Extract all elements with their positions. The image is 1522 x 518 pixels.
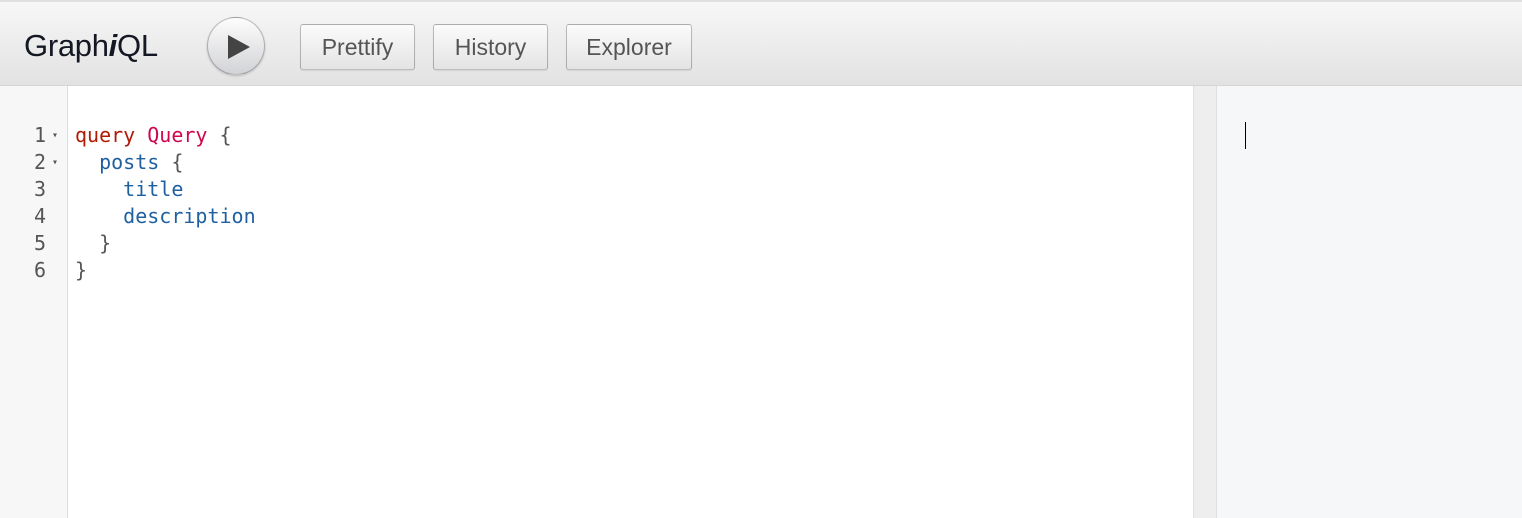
line-number: 6 [33, 258, 46, 282]
editor-line[interactable]: 1 ▾ query Query { [0, 122, 1193, 149]
code-token: title [123, 177, 184, 201]
code-text: title [75, 176, 183, 203]
line-number: 4 [33, 204, 46, 228]
fold-marker-icon[interactable]: ▾ [52, 122, 58, 149]
code-token: { [207, 123, 232, 147]
title-prefix: Graph [24, 28, 109, 63]
toolbar: GraphiQL Prettify History Explorer [0, 0, 1522, 86]
line-number: 5 [33, 231, 46, 255]
pane-resize-handle[interactable] [1193, 86, 1217, 518]
code-text: } [75, 230, 111, 257]
query-editor[interactable]: 1 ▾ query Query {2 ▾ posts {3 title 4 descri… [0, 86, 1193, 518]
code-token: } [75, 258, 88, 282]
editor-line[interactable]: 5 } [0, 230, 1193, 257]
code-text: query Query { [75, 122, 232, 149]
app-title: GraphiQL [24, 28, 158, 64]
line-number: 3 [33, 177, 46, 201]
code-token: } [99, 231, 112, 255]
code-token: description [123, 204, 256, 228]
result-viewer[interactable] [1217, 86, 1522, 518]
history-button[interactable]: History [433, 24, 548, 70]
execute-query-button[interactable] [207, 17, 265, 75]
code-token: { [159, 150, 184, 174]
code-token: posts [99, 150, 160, 174]
code-token: Query [147, 123, 208, 147]
editor-line[interactable]: 6} [0, 257, 1193, 284]
play-icon [228, 35, 250, 59]
editor-line[interactable]: 4 description [0, 203, 1193, 230]
explorer-button[interactable]: Explorer [566, 24, 692, 70]
title-suffix: QL [117, 28, 158, 63]
editor-line[interactable]: 3 title [0, 176, 1193, 203]
code-text: description [75, 203, 256, 230]
code-text: } [75, 257, 87, 284]
editor-line[interactable]: 2 ▾ posts { [0, 149, 1193, 176]
code-text: posts { [75, 149, 183, 176]
fold-marker-icon[interactable]: ▾ [52, 149, 58, 176]
line-number: 2 [33, 150, 46, 174]
title-italic: i [108, 28, 118, 63]
code-token: query [75, 123, 136, 147]
prettify-button[interactable]: Prettify [300, 24, 415, 70]
graphiql-app: GraphiQL Prettify History Explorer 1 ▾ que… [0, 0, 1522, 518]
text-cursor [1245, 122, 1246, 149]
line-number: 1 [33, 123, 46, 147]
